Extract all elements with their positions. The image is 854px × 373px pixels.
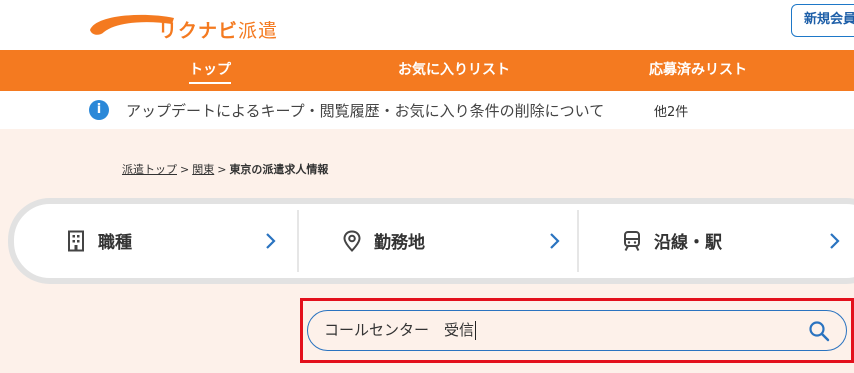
notice-bar: i アップデートによるキープ・閲覧履歴・お気に入り条件の削除について 他2件 <box>0 91 854 129</box>
filter-line-station[interactable]: 沿線・駅 <box>578 204 854 278</box>
nav-item-label: お気に入りリスト <box>398 62 510 78</box>
nav-item-top[interactable]: トップ <box>189 50 231 91</box>
main-content: 派遣トップ > 関東 > 東京の派遣求人情報 職種 勤務地 沿線・駅 コールセン… <box>0 129 854 373</box>
building-icon <box>68 230 84 252</box>
chevron-right-icon <box>830 233 840 249</box>
chevron-right-icon <box>550 233 560 249</box>
search-filter-bar: 職種 勤務地 沿線・駅 <box>8 198 854 284</box>
filter-occupation-label: 職種 <box>98 233 132 253</box>
breadcrumb-current: 東京の派遣求人情報 <box>229 163 329 176</box>
nav-active-indicator <box>189 82 231 84</box>
nav-item-applied[interactable]: 応募済みリスト <box>649 50 747 91</box>
main-nav: トップ お気に入りリスト 応募済みリスト <box>0 50 854 91</box>
keyword-search-field[interactable]: コールセンター 受信 <box>307 310 847 351</box>
chevron-right-icon <box>266 233 276 249</box>
logo-main-text: リクナビ <box>158 20 239 42</box>
train-icon <box>624 231 640 251</box>
nav-item-label: 応募済みリスト <box>649 62 747 78</box>
location-pin-icon <box>343 230 361 252</box>
notice-link[interactable]: アップデートによるキープ・閲覧履歴・お気に入り条件の削除について <box>126 100 604 121</box>
filter-location-label: 勤務地 <box>374 233 425 253</box>
site-logo[interactable]: リクナビ派遣 <box>86 10 278 43</box>
filter-occupation[interactable]: 職種 <box>14 204 298 278</box>
breadcrumb-item-haken-top[interactable]: 派遣トップ <box>122 163 177 176</box>
register-button[interactable]: 新規会員登録 <box>791 4 854 37</box>
breadcrumb-separator: > <box>180 163 190 176</box>
filter-line-station-label: 沿線・駅 <box>654 233 722 253</box>
notice-more-link[interactable]: 他2件 <box>654 101 688 120</box>
breadcrumb-item-kanto[interactable]: 関東 <box>192 163 214 176</box>
filter-location[interactable]: 勤務地 <box>298 204 578 278</box>
search-input[interactable]: コールセンター 受信 <box>324 321 477 340</box>
breadcrumb-separator: > <box>217 163 227 176</box>
site-header: リクナビ派遣 新規会員登録 <box>0 0 854 50</box>
logo-text: リクナビ派遣 <box>158 16 278 43</box>
info-icon: i <box>89 100 109 120</box>
logo-sub-text: 派遣 <box>238 20 279 42</box>
nav-item-label: トップ <box>189 62 231 78</box>
breadcrumb: 派遣トップ > 関東 > 東京の派遣求人情報 <box>122 161 328 177</box>
search-icon[interactable] <box>808 320 830 342</box>
nav-item-favorites[interactable]: お気に入りリスト <box>398 50 510 91</box>
